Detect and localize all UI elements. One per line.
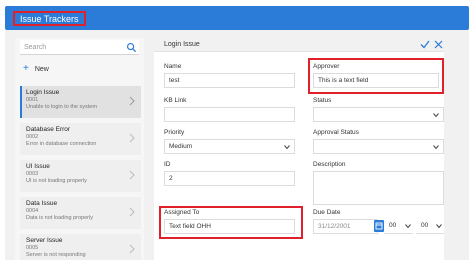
due-minute-value: 00 — [421, 222, 429, 229]
list-item[interactable]: UI Issue 0003 UI is not loading properly — [20, 160, 141, 192]
chevron-down-icon — [436, 224, 442, 229]
chevron-right-icon — [129, 133, 135, 143]
search-input[interactable]: Search — [20, 40, 139, 55]
approval-status-label: Approval Status — [313, 129, 359, 136]
due-minute-select[interactable]: 00 — [416, 219, 444, 234]
approval-status-select[interactable] — [313, 139, 444, 154]
item-title: Login Issue — [26, 89, 60, 96]
list-item[interactable]: Login Issue 0001 Unable to login to the … — [20, 86, 141, 118]
search-icon[interactable] — [126, 42, 137, 53]
check-icon[interactable] — [420, 40, 430, 49]
description-field[interactable] — [313, 171, 444, 205]
app-title: Issue Trackers — [13, 11, 86, 26]
item-description: Unable to login to the system — [26, 104, 97, 110]
list-item[interactable]: Database Error 0002 Error in database co… — [20, 123, 141, 155]
kb-link-field[interactable] — [164, 107, 295, 122]
priority-label: Priority — [164, 129, 185, 136]
priority-select[interactable]: Medium — [164, 139, 295, 154]
new-button[interactable]: + New — [23, 63, 49, 75]
approver-label: Approver — [313, 63, 340, 70]
item-title: Database Error — [26, 126, 71, 133]
due-date-value: 31/12/2001 — [318, 223, 351, 230]
item-id: 0005 — [26, 245, 39, 251]
detail-title: Login Issue — [164, 41, 200, 48]
assigned-to-value: Text field OHH — [169, 223, 211, 230]
calendar-icon — [375, 222, 383, 230]
item-title: Data Issue — [26, 200, 58, 207]
due-hour-value: 00 — [389, 222, 397, 229]
due-date-field[interactable]: 31/12/2001 — [313, 219, 378, 234]
priority-value: Medium — [169, 143, 193, 150]
approver-field[interactable]: This is a text field — [313, 73, 439, 88]
sidebar: Search + New Login Issue 0001 Unable to … — [15, 38, 144, 260]
id-value: 2 — [169, 175, 173, 182]
plus-icon: + — [23, 63, 29, 74]
chevron-right-icon — [129, 207, 135, 217]
close-icon[interactable] — [434, 40, 443, 49]
item-description: Server is not responding — [26, 252, 86, 258]
id-field[interactable]: 2 — [164, 171, 295, 186]
calendar-button[interactable] — [374, 220, 384, 232]
chevron-down-icon — [405, 224, 411, 229]
assigned-to-field[interactable]: Text field OHH — [164, 219, 295, 234]
due-date-label: Due Date — [313, 209, 341, 216]
item-id: 0001 — [26, 97, 39, 103]
name-field[interactable]: test — [164, 73, 295, 88]
item-id: 0002 — [26, 134, 39, 140]
chevron-right-icon — [129, 170, 135, 180]
item-description: UI is not loading properly — [26, 178, 87, 184]
item-description: Data is not loading properly — [26, 215, 93, 221]
list-item[interactable]: Data Issue 0004 Data is not loading prop… — [20, 197, 141, 229]
id-label: ID — [164, 161, 171, 168]
name-label: Name — [164, 63, 182, 70]
chevron-right-icon — [129, 96, 135, 106]
approver-value: This is a text field — [318, 77, 369, 84]
status-select[interactable] — [313, 107, 444, 122]
app-header: Issue Trackers — [5, 6, 469, 30]
name-value: test — [169, 77, 180, 84]
issue-list: Login Issue 0001 Unable to login to the … — [20, 86, 141, 260]
item-id: 0004 — [26, 208, 39, 214]
assigned-to-label: Assigned To — [164, 209, 200, 216]
status-label: Status — [313, 97, 332, 104]
search-placeholder: Search — [24, 44, 47, 51]
due-hour-select[interactable]: 00 — [384, 219, 413, 234]
item-title: Server Issue — [26, 237, 63, 244]
kb-link-label: KB Link — [164, 97, 187, 104]
item-description: Error in database connection — [26, 141, 97, 147]
app-body: Search + New Login Issue 0001 Unable to … — [5, 30, 469, 260]
chevron-down-icon — [284, 145, 290, 150]
item-id: 0003 — [26, 171, 39, 177]
detail-header: Login Issue — [154, 37, 444, 52]
chevron-down-icon — [433, 113, 439, 118]
chevron-down-icon — [433, 145, 439, 150]
new-label: New — [34, 65, 49, 73]
detail-panel: Login Issue Name test Approver This is a… — [154, 37, 444, 260]
description-label: Description — [313, 161, 346, 168]
item-title: UI Issue — [26, 163, 50, 170]
list-item[interactable]: Server Issue 0005 Server is not respondi… — [20, 234, 141, 260]
chevron-right-icon — [129, 244, 135, 254]
